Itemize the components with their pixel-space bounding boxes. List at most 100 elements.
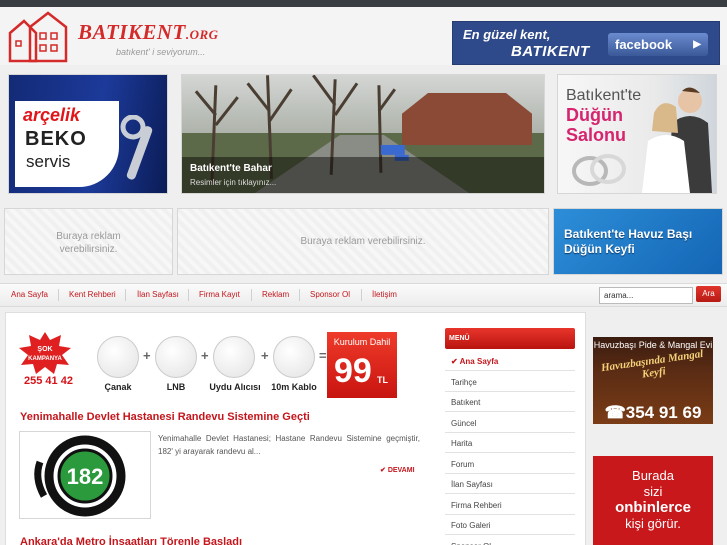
slider-subtitle: Resimler için tıklayınız... bbox=[190, 178, 277, 187]
pide-phone: ☎354 91 69 bbox=[593, 403, 713, 423]
phone-icon: ☎ bbox=[604, 403, 626, 422]
slider-caption: Batıkent'te Bahar Resimler için tıklayın… bbox=[182, 157, 544, 193]
price-value: 99 bbox=[334, 352, 372, 390]
equals-icon: = bbox=[319, 348, 327, 363]
facebook-label: facebook bbox=[615, 37, 673, 52]
couple-icon bbox=[642, 87, 712, 193]
advertise-line3: onbinlerce bbox=[615, 499, 691, 516]
nav-divider bbox=[299, 289, 300, 301]
havuz-line1: Batıkent'te Havuz Başı bbox=[564, 227, 693, 241]
advertise-line2: sizi bbox=[643, 484, 663, 499]
arcelik-beko-ad[interactable]: arçelik BEKO servis bbox=[8, 74, 168, 194]
article-title[interactable]: Yenimahalle Devlet Hastanesi Randevu Sis… bbox=[20, 411, 310, 423]
havuz-text: Batıkent'te Havuz Başı Düğün Keyfi bbox=[564, 227, 692, 257]
nav-divider bbox=[125, 289, 126, 301]
price-label: Kurulum Dahil bbox=[333, 337, 391, 347]
fb-banner-line1: En güzel kent, bbox=[463, 27, 551, 42]
menu-item-firma-rehberi[interactable]: Firma Rehberi bbox=[445, 495, 575, 515]
pide-mangal-ad[interactable]: Havuzbaşı Pide & Mangal Evi Havuzbaşında… bbox=[593, 337, 713, 424]
nav-item-kent-rehberi[interactable]: Kent Rehberi bbox=[69, 290, 116, 299]
nav-item-ana-sayfa[interactable]: Ana Sayfa bbox=[11, 290, 48, 299]
nav-item-iletisim[interactable]: İletişim bbox=[372, 290, 397, 299]
menu-item-ilan-sayfasi[interactable]: İlan Sayfası bbox=[445, 474, 575, 494]
menu-item-forum[interactable]: Forum bbox=[445, 454, 575, 474]
menu-item-sponsor-ol[interactable]: Sponsor Ol bbox=[445, 536, 575, 545]
dugun-line3: Salonu bbox=[566, 125, 627, 145]
article-title-2[interactable]: Ankara'da Metro İnşaatları Törenle Başla… bbox=[20, 536, 242, 545]
search-button[interactable]: Ara bbox=[696, 286, 721, 302]
top-bar bbox=[0, 0, 727, 7]
svg-text:ŞOK: ŞOK bbox=[37, 346, 52, 353]
arrow-right-icon: ▶ bbox=[693, 39, 701, 50]
dugun-salonu-ad[interactable]: Batıkent'te Düğün Salonu bbox=[557, 74, 717, 194]
article-thumbnail[interactable]: 182 bbox=[19, 431, 151, 519]
dugun-line2: Düğün bbox=[566, 105, 623, 125]
satellite-promo-banner[interactable]: ŞOK KAMPANYA 255 41 42 Çanak + LNB + Uyd… bbox=[19, 332, 397, 398]
menu-item-harita[interactable]: Harita bbox=[445, 433, 575, 453]
servis-label: servis bbox=[26, 152, 71, 171]
promo-item-lnb: LNB bbox=[166, 382, 186, 392]
nav-divider bbox=[188, 289, 189, 301]
promo-item-receiver: Uydu Alıcısı bbox=[209, 382, 261, 392]
promo-phone: 255 41 42 bbox=[24, 375, 73, 387]
cable-icon bbox=[273, 336, 315, 378]
nav-item-reklam[interactable]: Reklam bbox=[262, 290, 289, 299]
havuz-line2: Düğün Keyfi bbox=[564, 242, 635, 256]
nav-item-sponsor-ol[interactable]: Sponsor Ol bbox=[310, 290, 350, 299]
article-excerpt: Yenimahalle Devlet Hastanesi; Hastane Ra… bbox=[158, 434, 420, 456]
menu-item-tarihce[interactable]: Tarihçe bbox=[445, 372, 575, 392]
photo-slider[interactable]: Batıkent'te Bahar Resimler için tıklayın… bbox=[181, 74, 545, 194]
menu-item-guncel[interactable]: Güncel bbox=[445, 413, 575, 433]
placeholder1-line2: verebilirsiniz. bbox=[59, 244, 118, 255]
site-logo[interactable]: BATIKENT.ORG batıkent' i seviyorum... bbox=[6, 11, 226, 63]
facebook-banner[interactable]: En güzel kent, BATIKENT facebook ▶ bbox=[452, 21, 720, 65]
svg-text:182: 182 bbox=[67, 464, 104, 489]
advertise-text: Burada sizi onbinlerce kişi görür. bbox=[593, 468, 713, 532]
rings-icon bbox=[572, 154, 626, 186]
advertise-line1: Burada bbox=[632, 468, 674, 483]
main-content: ŞOK KAMPANYA 255 41 42 Çanak + LNB + Uyd… bbox=[5, 312, 586, 545]
nav-divider bbox=[251, 289, 252, 301]
nav-divider bbox=[58, 289, 59, 301]
ad-placeholder-wide[interactable]: Buraya reklam verebilirsiniz. bbox=[177, 208, 549, 275]
check-icon: ✔ bbox=[451, 357, 460, 366]
havuz-dugun-ad[interactable]: Batıkent'te Havuz Başı Düğün Keyfi bbox=[553, 208, 723, 275]
promo-item-cable: 10m Kablo bbox=[271, 382, 317, 392]
logo-text: BATIKENT.ORG bbox=[78, 20, 219, 45]
dugun-title: Düğün Salonu bbox=[566, 105, 626, 145]
site-header: BATIKENT.ORG batıkent' i seviyorum... En… bbox=[0, 7, 727, 65]
houses-logo-icon bbox=[8, 11, 68, 63]
placeholder2-text: Buraya reklam verebilirsiniz. bbox=[300, 236, 426, 247]
advertise-line4: kişi görür. bbox=[625, 516, 681, 531]
read-more-label: DEVAMI bbox=[387, 467, 415, 474]
promo-item-canak: Çanak bbox=[104, 382, 132, 392]
fb-banner-line2: BATIKENT bbox=[511, 43, 590, 60]
search-input[interactable]: arama... bbox=[599, 287, 693, 304]
logo-suffix: .ORG bbox=[185, 27, 219, 42]
placeholder1-line1: Buraya reklam bbox=[56, 231, 121, 242]
menu-item-ana-sayfa[interactable]: ✔ Ana Sayfa bbox=[445, 351, 575, 371]
menu-item-batikent[interactable]: Batıkent bbox=[445, 392, 575, 412]
facebook-button[interactable]: facebook ▶ bbox=[608, 33, 708, 56]
nav-item-ilan-sayfasi[interactable]: İlan Sayfası bbox=[137, 290, 179, 299]
svg-text:KAMPANYA: KAMPANYA bbox=[28, 356, 62, 362]
pide-script: Havuzbaşında Mangal Keyfi bbox=[600, 347, 704, 381]
check-icon: ✔ bbox=[380, 467, 388, 474]
lnb-icon bbox=[155, 336, 197, 378]
menu-item-foto-galeri[interactable]: Foto Galeri bbox=[445, 515, 575, 535]
ad-placeholder-small[interactable]: Buraya reklam verebilirsiniz. bbox=[4, 208, 173, 275]
logo-wordmark: BATIKENT bbox=[78, 20, 186, 44]
promo-price-box: Kurulum Dahil 99 TL bbox=[327, 332, 397, 398]
menu-label: Ana Sayfa bbox=[459, 357, 499, 366]
receiver-icon bbox=[213, 336, 255, 378]
nav-item-firma-kayit[interactable]: Firma Kayıt bbox=[199, 290, 240, 299]
pide-phone-number: 354 91 69 bbox=[625, 403, 702, 422]
nav-divider bbox=[361, 289, 362, 301]
plus-icon: + bbox=[143, 348, 151, 363]
read-more-link[interactable]: ✔ DEVAMI bbox=[380, 466, 415, 474]
dugun-line1: Batıkent'te bbox=[566, 87, 642, 104]
logo-tagline: batıkent' i seviyorum... bbox=[116, 47, 206, 57]
advertise-here-ad[interactable]: Burada sizi onbinlerce kişi görür. bbox=[593, 456, 713, 545]
arcelik-brand: arçelik bbox=[23, 105, 81, 125]
price-currency: TL bbox=[377, 375, 388, 385]
